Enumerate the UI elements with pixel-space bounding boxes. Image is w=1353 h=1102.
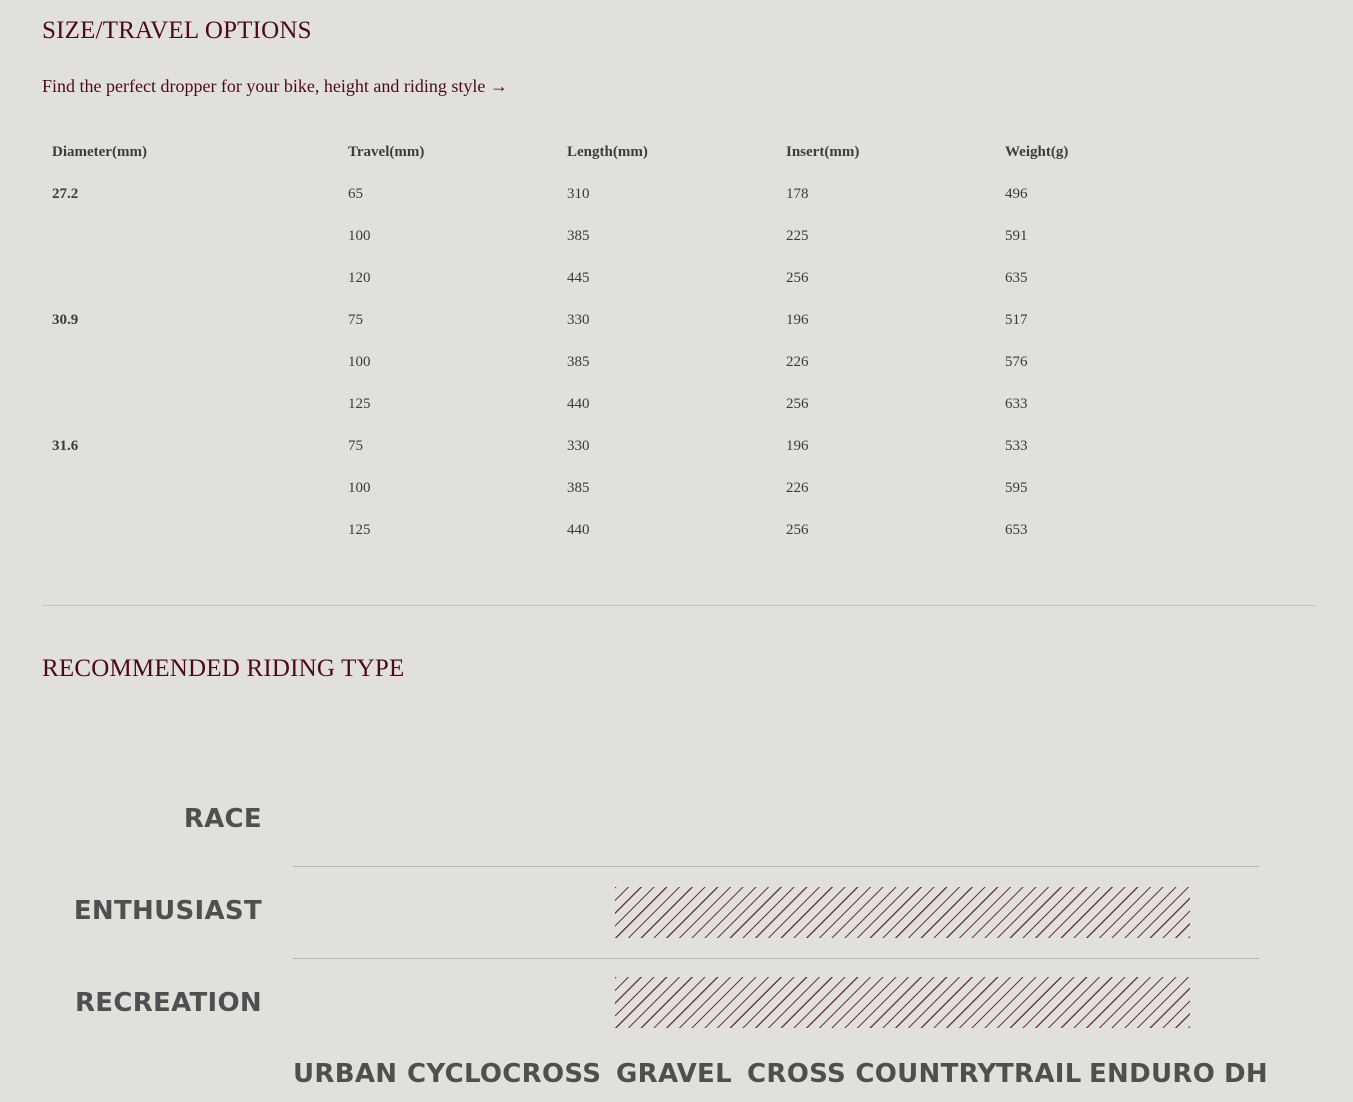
cell-weight: 633 <box>1005 395 1028 412</box>
cell-travel: 125 <box>348 521 371 538</box>
table-row: 27.2 65 310 178 496 <box>42 173 1214 215</box>
cell-travel: 75 <box>348 437 363 454</box>
header-diameter: Diameter(mm) <box>52 143 147 160</box>
cell-length: 310 <box>567 185 590 202</box>
cell-insert: 225 <box>786 227 809 244</box>
cell-length: 385 <box>567 353 590 370</box>
cell-diameter <box>42 467 338 509</box>
size-travel-title: SIZE/TRAVEL OPTIONS <box>42 17 312 44</box>
cell-length: 385 <box>567 479 590 496</box>
header-insert: Insert(mm) <box>786 143 860 160</box>
level-label-race: RACE <box>183 804 262 834</box>
cell-travel: 120 <box>348 269 371 286</box>
cell-diameter: 30.9 <box>52 311 79 328</box>
table-row: 31.6 75 330 196 533 <box>42 425 1214 467</box>
level-divider <box>293 866 1259 867</box>
cell-travel: 75 <box>348 311 363 328</box>
cell-travel: 100 <box>348 353 371 370</box>
cell-insert: 196 <box>786 437 809 454</box>
category-enduro: ENDURO <box>1089 1059 1216 1089</box>
section-divider <box>42 605 1316 606</box>
table-row: 100 385 225 591 <box>42 215 1214 257</box>
header-length: Length(mm) <box>567 143 648 160</box>
table-row: 125 440 256 653 <box>42 509 1214 551</box>
page: SIZE/TRAVEL OPTIONS Find the perfect dro… <box>0 0 1353 1102</box>
table-row: 100 385 226 576 <box>42 341 1214 383</box>
cell-length: 330 <box>567 311 590 328</box>
cell-diameter <box>42 383 338 425</box>
category-dh: DH <box>1224 1059 1268 1089</box>
table-row: 100 385 226 595 <box>42 467 1214 509</box>
recreation-range-bar <box>615 977 1190 1028</box>
cell-insert: 256 <box>786 395 809 412</box>
cell-length: 385 <box>567 227 590 244</box>
level-divider <box>293 958 1259 959</box>
cell-length: 445 <box>567 269 590 286</box>
category-trail: TRAIL <box>996 1059 1082 1089</box>
cell-weight: 533 <box>1005 437 1028 454</box>
cell-diameter: 31.6 <box>52 437 79 454</box>
category-cross-country: CROSS COUNTRY <box>747 1059 997 1089</box>
dropper-finder-link[interactable]: Find the perfect dropper for your bike, … <box>42 76 508 97</box>
cell-insert: 226 <box>786 479 809 496</box>
level-label-recreation: RECREATION <box>74 988 262 1018</box>
size-travel-table: Diameter(mm) Travel(mm) Length(mm) Inser… <box>42 131 1214 551</box>
cell-insert: 256 <box>786 521 809 538</box>
table-body: 27.2 65 310 178 496 100 385 225 591 120 … <box>42 173 1214 551</box>
cell-weight: 653 <box>1005 521 1028 538</box>
cell-length: 330 <box>567 437 590 454</box>
cell-diameter: 27.2 <box>52 185 79 202</box>
table-row: 125 440 256 633 <box>42 383 1214 425</box>
cell-weight: 496 <box>1005 185 1028 202</box>
cell-insert: 178 <box>786 185 809 202</box>
header-weight: Weight(g) <box>1005 143 1069 160</box>
cell-diameter <box>42 341 338 383</box>
cell-length: 440 <box>567 521 590 538</box>
table-row: 30.9 75 330 196 517 <box>42 299 1214 341</box>
table-header-row: Diameter(mm) Travel(mm) Length(mm) Inser… <box>42 131 1214 173</box>
header-travel: Travel(mm) <box>348 143 425 160</box>
cell-weight: 517 <box>1005 311 1028 328</box>
riding-type-title: RECOMMENDED RIDING TYPE <box>42 655 405 682</box>
cell-weight: 591 <box>1005 227 1028 244</box>
cell-weight: 595 <box>1005 479 1028 496</box>
cell-length: 440 <box>567 395 590 412</box>
cell-travel: 65 <box>348 185 363 202</box>
category-gravel: GRAVEL <box>616 1059 732 1089</box>
cell-weight: 576 <box>1005 353 1028 370</box>
cell-diameter <box>42 257 338 299</box>
enthusiast-range-bar <box>615 887 1190 938</box>
cell-insert: 196 <box>786 311 809 328</box>
category-cyclocross: CYCLOCROSS <box>407 1059 602 1089</box>
cell-diameter <box>42 215 338 257</box>
cell-diameter <box>42 509 338 551</box>
cell-insert: 226 <box>786 353 809 370</box>
cell-travel: 125 <box>348 395 371 412</box>
cell-travel: 100 <box>348 479 371 496</box>
cell-weight: 635 <box>1005 269 1028 286</box>
table-row: 120 445 256 635 <box>42 257 1214 299</box>
cell-insert: 256 <box>786 269 809 286</box>
cell-travel: 100 <box>348 227 371 244</box>
level-label-enthusiast: ENTHUSIAST <box>73 896 262 926</box>
category-urban: URBAN <box>293 1059 398 1089</box>
